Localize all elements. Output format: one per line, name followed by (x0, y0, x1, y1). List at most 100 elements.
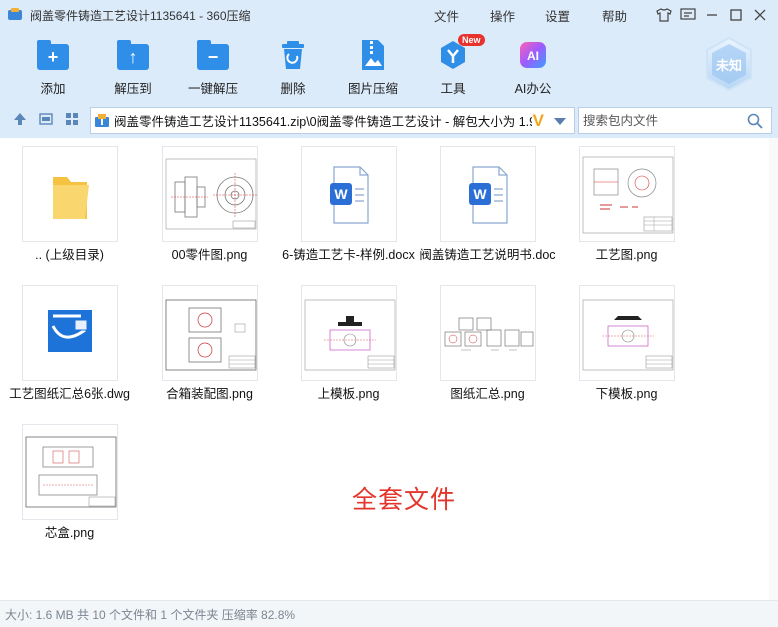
image-compress-label: 图片压缩 (347, 82, 398, 96)
file-name: 工艺图.png (595, 248, 658, 262)
ai-office-button[interactable]: AI AI办公 (493, 38, 573, 97)
menu-operation[interactable]: 操作 (490, 6, 545, 25)
window-controls (652, 0, 772, 30)
one-click-extract-icon: − (196, 38, 230, 72)
archive-app-icon (8, 8, 22, 22)
delete-label: 删除 (280, 82, 306, 96)
menu-help[interactable]: 帮助 (602, 6, 652, 25)
lower-template-preview (582, 299, 674, 371)
drawing-thumb (579, 146, 675, 242)
account-badge[interactable]: 未知 (703, 36, 755, 92)
window-title: 阀盖零件铸造工艺设计1135641 - 360压缩 (30, 8, 251, 23)
drawing-thumb (22, 424, 118, 520)
word-thumb: W (440, 146, 536, 242)
file-item-parent[interactable]: .. (上级目录) (0, 138, 139, 268)
minimize-icon[interactable] (700, 0, 724, 30)
delete-button[interactable]: 删除 (253, 38, 333, 97)
summary-drawing-preview (444, 317, 534, 351)
assembly-drawing-preview (165, 299, 257, 371)
title-bar: 阀盖零件铸造工艺设计1135641 - 360压缩 文件 操作 设置 帮助 (0, 0, 778, 30)
file-item[interactable]: W 阀盖铸造工艺说明书.doc (418, 138, 557, 268)
new-badge: New (458, 34, 485, 46)
file-name: 下模板.png (595, 387, 658, 401)
drawing-thumb (579, 285, 675, 381)
menu-bar: 文件 操作 设置 帮助 (434, 0, 652, 30)
search-icon[interactable] (747, 113, 763, 129)
up-arrow-icon[interactable] (12, 112, 28, 128)
svg-text:W: W (334, 186, 348, 202)
maximize-icon[interactable] (724, 0, 748, 30)
file-item[interactable]: 图纸汇总.png (418, 277, 557, 407)
image-compress-icon (356, 38, 390, 72)
list-view-icon[interactable] (38, 112, 54, 128)
tools-label: 工具 (440, 82, 466, 96)
search-box (578, 107, 772, 134)
archive-icon (95, 113, 109, 128)
word-thumb: W (301, 146, 397, 242)
process-drawing-preview (582, 156, 674, 234)
file-name: 上模板.png (317, 387, 380, 401)
file-item[interactable]: 00零件图.png (140, 138, 279, 268)
one-click-extract-label: 一键解压 (187, 82, 238, 96)
drawing-thumb (440, 285, 536, 381)
file-name: 图纸汇总.png (450, 387, 525, 401)
close-icon[interactable] (748, 0, 772, 30)
delete-icon (276, 38, 310, 72)
path-field[interactable]: 阀盖零件铸造工艺设计1135641.zip\0阀盖零件铸造工艺设计 - 解包大小… (90, 107, 575, 134)
drawing-thumb (301, 285, 397, 381)
upper-template-preview (304, 299, 396, 371)
file-name: 阀盖铸造工艺说明书.doc (419, 248, 556, 262)
file-name: 合箱装配图.png (166, 387, 253, 401)
overlay-label: 全套文件 (352, 486, 457, 514)
file-item[interactable]: 合箱装配图.png (140, 277, 279, 407)
tools-icon: New (436, 34, 485, 72)
address-bar: 阀盖零件铸造工艺设计1135641.zip\0阀盖零件铸造工艺设计 - 解包大小… (0, 102, 778, 138)
part-drawing-preview (165, 158, 257, 230)
skin-icon[interactable] (652, 0, 676, 30)
tools-button[interactable]: New 工具 (413, 34, 493, 97)
path-dropdown-icon[interactable] (554, 118, 566, 125)
search-input[interactable] (579, 108, 739, 133)
vip-v-icon[interactable]: V (533, 111, 544, 131)
file-name: 00零件图.png (171, 248, 248, 262)
svg-text:W: W (473, 186, 487, 202)
file-item[interactable]: 工艺图.png (557, 138, 696, 268)
menu-file[interactable]: 文件 (434, 6, 490, 25)
dwg-file-icon (48, 310, 92, 352)
add-button[interactable]: + 添加 (13, 38, 93, 97)
feedback-icon[interactable] (676, 0, 700, 30)
parent-folder-thumb (22, 146, 118, 242)
word-doc-icon: W (330, 166, 369, 224)
file-item[interactable]: 上模板.png (279, 277, 418, 407)
vertical-scrollbar[interactable] (769, 138, 778, 600)
dwg-thumb (22, 285, 118, 381)
file-name: .. (上级目录) (35, 248, 104, 262)
thumbnail-view-icon[interactable] (64, 112, 80, 128)
drawing-thumb (162, 146, 258, 242)
file-name: 芯盒.png (44, 526, 95, 540)
ai-office-label: AI办公 (514, 82, 552, 96)
status-bar: 大小: 1.6 MB 共 10 个文件和 1 个文件夹 压缩率 82.8% (0, 600, 778, 627)
path-text: 阀盖零件铸造工艺设计1135641.zip\0阀盖零件铸造工艺设计 - 解包大小… (114, 115, 532, 129)
account-status-label: 未知 (715, 58, 742, 73)
file-item[interactable]: 下模板.png (557, 277, 696, 407)
core-box-preview (25, 436, 117, 508)
file-item[interactable]: W 6-铸造工艺卡-样例.docx (279, 138, 418, 268)
ai-office-icon: AI (516, 38, 550, 72)
add-icon: + (36, 38, 70, 72)
toolbar: + 添加 ↑ 解压到 − 一键解压 删除 图片压缩 New 工具 AI AI办公… (0, 30, 778, 102)
add-label: 添加 (40, 82, 66, 96)
file-list-area: .. (上级目录) 00零件图.png W 6-铸造工艺卡-样例.docx W … (0, 138, 778, 600)
folder-icon (53, 177, 89, 219)
word-doc-icon: W (469, 166, 508, 224)
file-item[interactable]: 芯盒.png (0, 416, 139, 546)
image-compress-button[interactable]: 图片压缩 (333, 38, 413, 97)
extract-to-button[interactable]: ↑ 解压到 (93, 38, 173, 97)
app-window: 阀盖零件铸造工艺设计1135641 - 360压缩 文件 操作 设置 帮助 + … (0, 0, 778, 627)
one-click-extract-button[interactable]: − 一键解压 (173, 38, 253, 97)
menu-settings[interactable]: 设置 (545, 6, 602, 25)
svg-text:AI: AI (527, 49, 539, 63)
drawing-thumb (162, 285, 258, 381)
file-name: 6-铸造工艺卡-样例.docx (282, 248, 415, 262)
file-item[interactable]: 工艺图纸汇总6张.dwg (0, 277, 139, 407)
